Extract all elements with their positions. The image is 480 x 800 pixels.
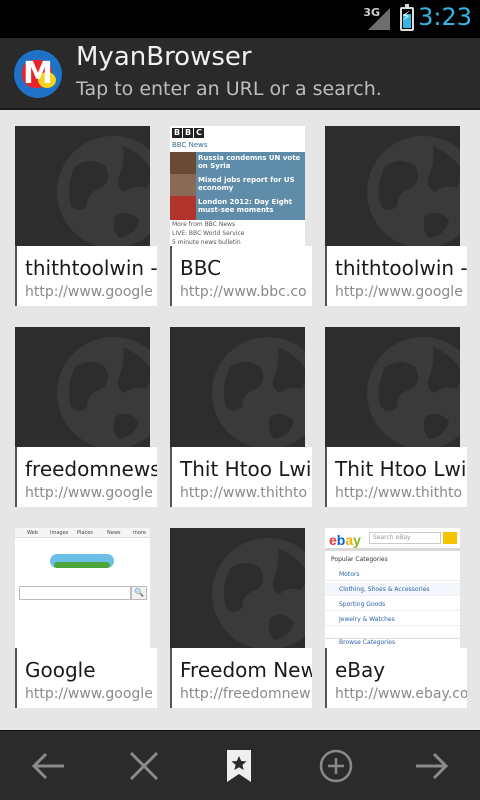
- forward-button[interactable]: [402, 741, 462, 791]
- back-button[interactable]: [18, 741, 78, 791]
- google-thumbnail: Web Images Places News more 🔍: [15, 528, 150, 648]
- globe-icon: [367, 337, 460, 447]
- bookmark-tile[interactable]: ebay Search eBay Popular Categories Moto…: [325, 528, 467, 708]
- url-bar[interactable]: M MyanBrowser Tap to enter an URL or a s…: [0, 38, 480, 110]
- google-doodle-icon: [50, 550, 114, 572]
- search-icon: 🔍: [131, 586, 147, 600]
- url-hint[interactable]: Tap to enter an URL or a search.: [76, 78, 382, 100]
- new-tab-button[interactable]: [306, 741, 366, 791]
- bookmark-url: http://www.thithto: [335, 485, 463, 501]
- bookmark-tile[interactable]: freedomnews http://www.google: [15, 327, 157, 507]
- bookmark-tile[interactable]: thithtoolwin - http://www.google: [15, 126, 157, 306]
- globe-icon: [57, 337, 150, 447]
- placeholder-globe-thumbnail: [15, 327, 150, 447]
- placeholder-globe-thumbnail: [15, 126, 150, 246]
- arrow-left-icon: [31, 752, 64, 780]
- bookmarks-button[interactable]: [209, 741, 269, 791]
- bbc-logo: BBC: [172, 128, 204, 138]
- bookmark-title: Thit Htoo Lwin: [180, 457, 312, 481]
- bookmark-tile[interactable]: Thit Htoo Lwin http://www.thithto: [325, 327, 467, 507]
- bookmark-url: http://www.google: [25, 686, 153, 702]
- bookmark-title: Thit Htoo Lwin: [335, 457, 467, 481]
- bookmark-star-icon: [227, 750, 251, 782]
- bookmark-url: http://www.google: [25, 485, 153, 501]
- bookmark-tile[interactable]: Freedom New http://freedomnew: [170, 528, 312, 708]
- clock: 3:23: [418, 3, 472, 31]
- globe-icon: [57, 136, 150, 246]
- bookmark-url: http://www.ebay.co: [335, 686, 467, 702]
- status-bar: 3G ⚡ 3:23: [0, 0, 480, 38]
- close-button[interactable]: [114, 741, 174, 791]
- bbc-thumbnail: BBC BBC News Russia condemns UN vote on …: [170, 126, 305, 246]
- bookmark-url: http://www.bbc.co: [180, 284, 307, 300]
- bookmark-url: http://www.thithto: [180, 485, 308, 501]
- bookmark-tile[interactable]: Thit Htoo Lwin http://www.thithto: [170, 327, 312, 507]
- bookmark-url: http://freedomnew: [180, 686, 311, 702]
- globe-icon: [212, 538, 305, 648]
- placeholder-globe-thumbnail: [325, 126, 460, 246]
- bookmark-tile[interactable]: BBC BBC News Russia condemns UN vote on …: [170, 126, 312, 306]
- placeholder-globe-thumbnail: [325, 327, 460, 447]
- ebay-thumbnail: ebay Search eBay Popular Categories Moto…: [325, 528, 460, 648]
- bookmark-title: BBC: [180, 256, 222, 280]
- bookmark-tile[interactable]: Web Images Places News more 🔍 Google htt…: [15, 528, 157, 708]
- globe-icon: [212, 337, 305, 447]
- bookmark-grid: thithtoolwin - http://www.google BBC BBC…: [0, 110, 480, 730]
- bottom-toolbar: [0, 730, 480, 800]
- arrow-right-icon: [416, 752, 449, 780]
- bookmark-url: http://www.google: [25, 284, 153, 300]
- placeholder-globe-thumbnail: [170, 327, 305, 447]
- signal-icon: [368, 8, 390, 30]
- placeholder-globe-thumbnail: [170, 528, 305, 648]
- charging-icon: ⚡: [401, 9, 411, 25]
- bookmark-tile[interactable]: thithtoolwin - http://www.google: [325, 126, 467, 306]
- bookmark-title: thithtoolwin -: [25, 256, 157, 280]
- bookmark-title: Google: [25, 658, 96, 682]
- bookmark-url: http://www.google: [335, 284, 463, 300]
- search-icon: [443, 532, 457, 544]
- bookmark-title: eBay: [335, 658, 386, 682]
- close-icon: [129, 751, 159, 781]
- app-logo-icon: M: [14, 50, 62, 98]
- bookmark-title: freedomnews: [25, 457, 157, 481]
- globe-icon: [367, 136, 460, 246]
- plus-circle-icon: [319, 749, 353, 783]
- bookmark-title: Freedom New: [180, 658, 312, 682]
- page-title: MyanBrowser: [76, 42, 252, 72]
- ebay-logo: ebay: [329, 532, 361, 548]
- bookmark-title: thithtoolwin -: [335, 256, 467, 280]
